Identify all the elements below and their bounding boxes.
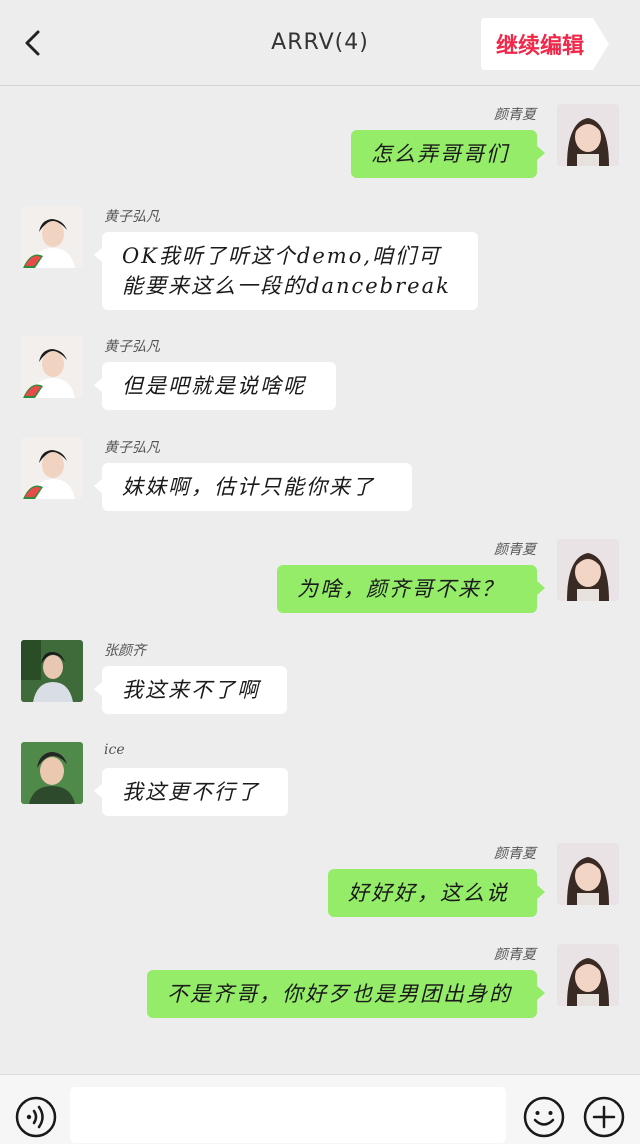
- girl-avatar: [557, 539, 619, 601]
- plus-icon: [583, 1096, 625, 1138]
- boy-ice-avatar: [21, 742, 83, 804]
- message-bubble[interactable]: 妹妹啊，估计只能你来了: [94, 463, 412, 511]
- sender-name: 张颜齐: [104, 643, 146, 659]
- sender-name: 黄子弘凡: [104, 209, 160, 225]
- continue-edit-button[interactable]: 继续编辑: [481, 18, 611, 70]
- boy-green-avatar: [21, 640, 83, 702]
- sender-name: 颜青夏: [494, 846, 536, 862]
- sender-name: 黄子弘凡: [104, 339, 160, 355]
- girl-avatar: [557, 944, 619, 1006]
- message-bubble[interactable]: 我这来不了啊: [94, 666, 287, 714]
- avatar[interactable]: [21, 742, 83, 804]
- boy-watermelon-avatar: [21, 437, 83, 499]
- more-button[interactable]: [582, 1095, 626, 1139]
- avatar[interactable]: [557, 843, 619, 905]
- avatar[interactable]: [21, 206, 83, 268]
- avatar[interactable]: [557, 104, 619, 166]
- message-bubble[interactable]: 我这更不行了: [94, 768, 288, 816]
- sender-name: ice: [104, 742, 125, 758]
- continue-edit-label: 继续编辑: [495, 34, 584, 59]
- message-bubble[interactable]: 但是吧就是说啥呢: [94, 362, 336, 410]
- avatar[interactable]: [21, 640, 83, 702]
- emoji-button[interactable]: [522, 1095, 566, 1139]
- avatar[interactable]: [21, 437, 83, 499]
- message-input[interactable]: [70, 1087, 506, 1143]
- voice-button[interactable]: [14, 1095, 58, 1139]
- emoji-icon: [523, 1096, 565, 1138]
- avatar[interactable]: [21, 336, 83, 398]
- chat-header: ARRV(4) 继续编辑: [0, 0, 640, 86]
- sender-name: 颜青夏: [494, 947, 536, 963]
- message-bubble[interactable]: 不是齐哥，你好歹也是男团出身的: [147, 970, 545, 1018]
- message-bubble[interactable]: 好好好，这么说: [328, 869, 545, 917]
- girl-avatar: [557, 843, 619, 905]
- boy-watermelon-avatar: [21, 206, 83, 268]
- sender-name: 黄子弘凡: [104, 440, 160, 456]
- message-bubble[interactable]: OK我听了听这个demo,咱们可能要来这么一段的dancebreak: [94, 232, 478, 310]
- voice-icon: [15, 1096, 57, 1138]
- chat-message-list[interactable]: 颜青夏 怎么弄哥哥们 黄子弘凡 OK我听了听这个demo,咱们可能要来这么一段的…: [0, 86, 640, 1074]
- input-bar: [0, 1074, 640, 1144]
- boy-watermelon-avatar: [21, 336, 83, 398]
- girl-avatar: [557, 104, 619, 166]
- message-bubble[interactable]: 为啥，颜齐哥不来？: [277, 565, 545, 613]
- avatar[interactable]: [557, 944, 619, 1006]
- message-bubble[interactable]: 怎么弄哥哥们: [351, 130, 545, 178]
- avatar[interactable]: [557, 539, 619, 601]
- sender-name: 颜青夏: [494, 542, 536, 558]
- sender-name: 颜青夏: [494, 107, 536, 123]
